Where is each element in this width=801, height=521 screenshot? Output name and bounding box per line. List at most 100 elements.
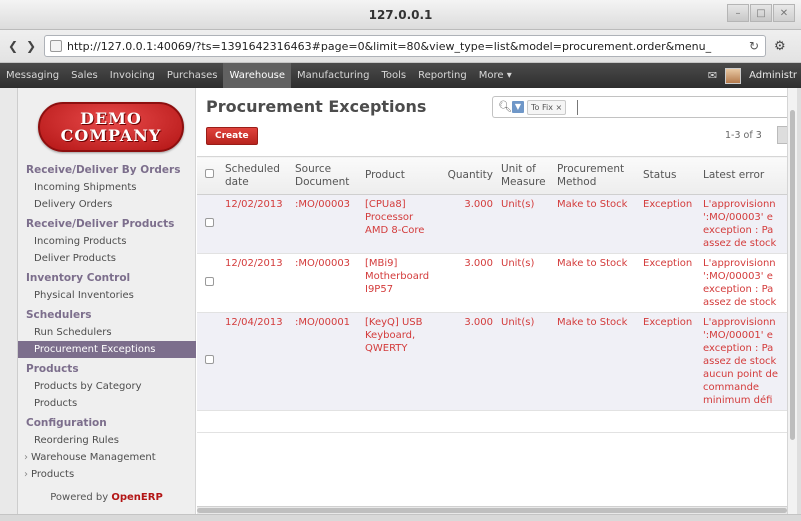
checkbox-icon[interactable] (204, 355, 214, 364)
column-header[interactable]: Status (639, 156, 699, 195)
cell-status: Exception (639, 312, 699, 411)
cell-product: [MBi9] Motherboard I9P57 (361, 253, 437, 313)
minimize-icon[interactable]: – (727, 4, 749, 22)
close-icon[interactable]: ✕ (773, 4, 795, 22)
column-header[interactable]: Scheduled date (221, 156, 291, 195)
menu-item-3[interactable]: Purchases (161, 63, 224, 88)
empty-row (197, 410, 787, 433)
sidebar-item[interactable]: Reordering Rules (18, 432, 196, 449)
empty-cell (197, 410, 221, 433)
cell-error: L'approvisionn ':MO/00001' e exception :… (699, 312, 787, 411)
sidebar-item[interactable]: Run Schedulers (18, 324, 196, 341)
pager: 1-3 of 3 (725, 130, 762, 141)
forward-button[interactable]: ❯ (22, 37, 40, 55)
empty-cell (437, 410, 497, 433)
cell-date: 12/02/2013 (221, 194, 291, 254)
column-header[interactable]: Procurement Method (553, 156, 639, 195)
sidebar-item[interactable]: › Products (18, 466, 196, 483)
sidebar-item[interactable]: Physical Inventories (18, 287, 196, 304)
menu-item-0[interactable]: Messaging (0, 63, 65, 88)
sidebar-section-title[interactable]: Configuration (18, 415, 196, 432)
cell-qty: 3.000 (437, 253, 497, 313)
sidebar-item[interactable]: Procurement Exceptions (18, 341, 196, 358)
expand-arrow-icon[interactable]: › (24, 452, 28, 463)
search-facet-to-fix[interactable]: To Fix × (527, 100, 567, 115)
menu-item-6[interactable]: Tools (375, 63, 412, 88)
filter-icon[interactable]: ▼ (512, 101, 524, 113)
company-logo[interactable]: DEMO COMPANY (38, 102, 184, 152)
select-all-checkbox[interactable] (197, 156, 221, 195)
window-frame-right (797, 88, 801, 521)
cell-date: 12/04/2013 (221, 312, 291, 411)
table-row[interactable]: 12/02/2013:MO/00003 [CPUa8] Processor AMD… (197, 194, 787, 254)
vertical-scroll-thumb[interactable] (790, 110, 795, 440)
cell-error: L'approvisionn ':MO/00003' e exception :… (699, 194, 787, 254)
vertical-scrollbar[interactable] (787, 88, 797, 514)
back-button[interactable]: ❮ (4, 37, 22, 55)
logo-line2: COMPANY (60, 126, 162, 145)
sidebar-section-title[interactable]: Schedulers (18, 307, 196, 324)
menu-item-7[interactable]: Reporting (412, 63, 473, 88)
search-icon[interactable]: 🔍︎ (498, 100, 512, 113)
sidebar-item[interactable]: Incoming Shipments (18, 179, 196, 196)
cell-product: [KeyQ] USB Keyboard, QWERTY (361, 312, 437, 411)
menu-item-1[interactable]: Sales (65, 63, 104, 88)
menu-item-4[interactable]: Warehouse (223, 63, 292, 88)
column-header[interactable]: Latest error (699, 156, 787, 195)
sidebar-item[interactable]: Incoming Products (18, 233, 196, 250)
sidebar-section-title[interactable]: Inventory Control (18, 270, 196, 287)
expand-arrow-icon[interactable]: › (24, 469, 28, 480)
table-row[interactable]: 12/04/2013:MO/00001 [KeyQ] USB Keyboard, … (197, 312, 787, 411)
sidebar-item[interactable]: Deliver Products (18, 250, 196, 267)
sidebar-section-title[interactable]: Receive/Deliver By Orders (18, 162, 196, 179)
row-checkbox-cell[interactable] (197, 194, 221, 254)
page-title: Procurement Exceptions (206, 97, 427, 116)
search-input[interactable]: 🔍︎ ▼ To Fix × (492, 96, 792, 118)
url-text[interactable]: http://127.0.0.1:40069/?ts=1391642316463… (67, 40, 727, 53)
user-name[interactable]: Administr (749, 70, 797, 81)
table-row[interactable]: 12/02/2013:MO/00003 [MBi9] Motherboard I9… (197, 253, 787, 313)
maximize-icon[interactable]: □ (750, 4, 772, 22)
column-header[interactable]: Source Document (291, 156, 361, 195)
sidebar-item-label: Warehouse Management (31, 452, 156, 463)
sidebar-item-label: Run Schedulers (34, 327, 112, 338)
column-header[interactable]: Unit of Measure (497, 156, 553, 195)
checkbox-icon[interactable] (204, 169, 214, 178)
sidebar-item[interactable]: Products (18, 395, 196, 412)
cell-uom: Unit(s) (497, 253, 553, 313)
mail-icon[interactable]: ✉ (708, 69, 717, 82)
sidebar-item[interactable]: Products by Category (18, 378, 196, 395)
sidebar-item[interactable]: Delivery Orders (18, 196, 196, 213)
sidebar-item[interactable]: › Warehouse Management (18, 449, 196, 466)
row-checkbox-cell[interactable] (197, 253, 221, 313)
reload-icon[interactable]: ↻ (749, 39, 759, 53)
settings-gear-icon[interactable]: ⚙ (774, 39, 786, 54)
address-bar[interactable]: http://127.0.0.1:40069/?ts=1391642316463… (44, 35, 766, 57)
sidebar-item-label: Physical Inventories (34, 290, 134, 301)
create-button[interactable]: Create (206, 127, 258, 145)
forward-arrow-icon: ❯ (25, 39, 37, 53)
checkbox-icon[interactable] (204, 217, 214, 227)
menu-item-8[interactable]: More ▾ (473, 63, 518, 88)
row-checkbox-cell[interactable] (197, 312, 221, 411)
sidebar-item-label: Products (34, 398, 78, 409)
empty-cell (291, 410, 361, 433)
top-menu-bar: Messaging Sales Invoicing Purchases Warehous… (0, 63, 801, 88)
sidebar-section-title[interactable]: Products (18, 361, 196, 378)
sidebar-item-label: Deliver Products (34, 253, 116, 264)
column-header[interactable]: Quantity (437, 156, 497, 195)
checkbox-icon[interactable] (204, 276, 214, 286)
logo-line1: DEMO (80, 109, 142, 128)
cell-product: [CPUa8] Processor AMD 8-Core (361, 194, 437, 254)
back-arrow-icon: ❮ (7, 39, 19, 53)
horizontal-scrollbar[interactable] (197, 506, 787, 514)
menu-item-2[interactable]: Invoicing (104, 63, 161, 88)
avatar[interactable] (725, 67, 742, 84)
cell-date: 12/02/2013 (221, 253, 291, 313)
menu-item-5[interactable]: Manufacturing (291, 63, 375, 88)
sidebar-section-title[interactable]: Receive/Deliver Products (18, 216, 196, 233)
column-header[interactable]: Product (361, 156, 437, 195)
horizontal-scroll-thumb[interactable] (197, 508, 787, 513)
powered-brand-link[interactable]: OpenERP (111, 492, 162, 503)
powered-by: Powered by OpenERP (18, 492, 195, 503)
